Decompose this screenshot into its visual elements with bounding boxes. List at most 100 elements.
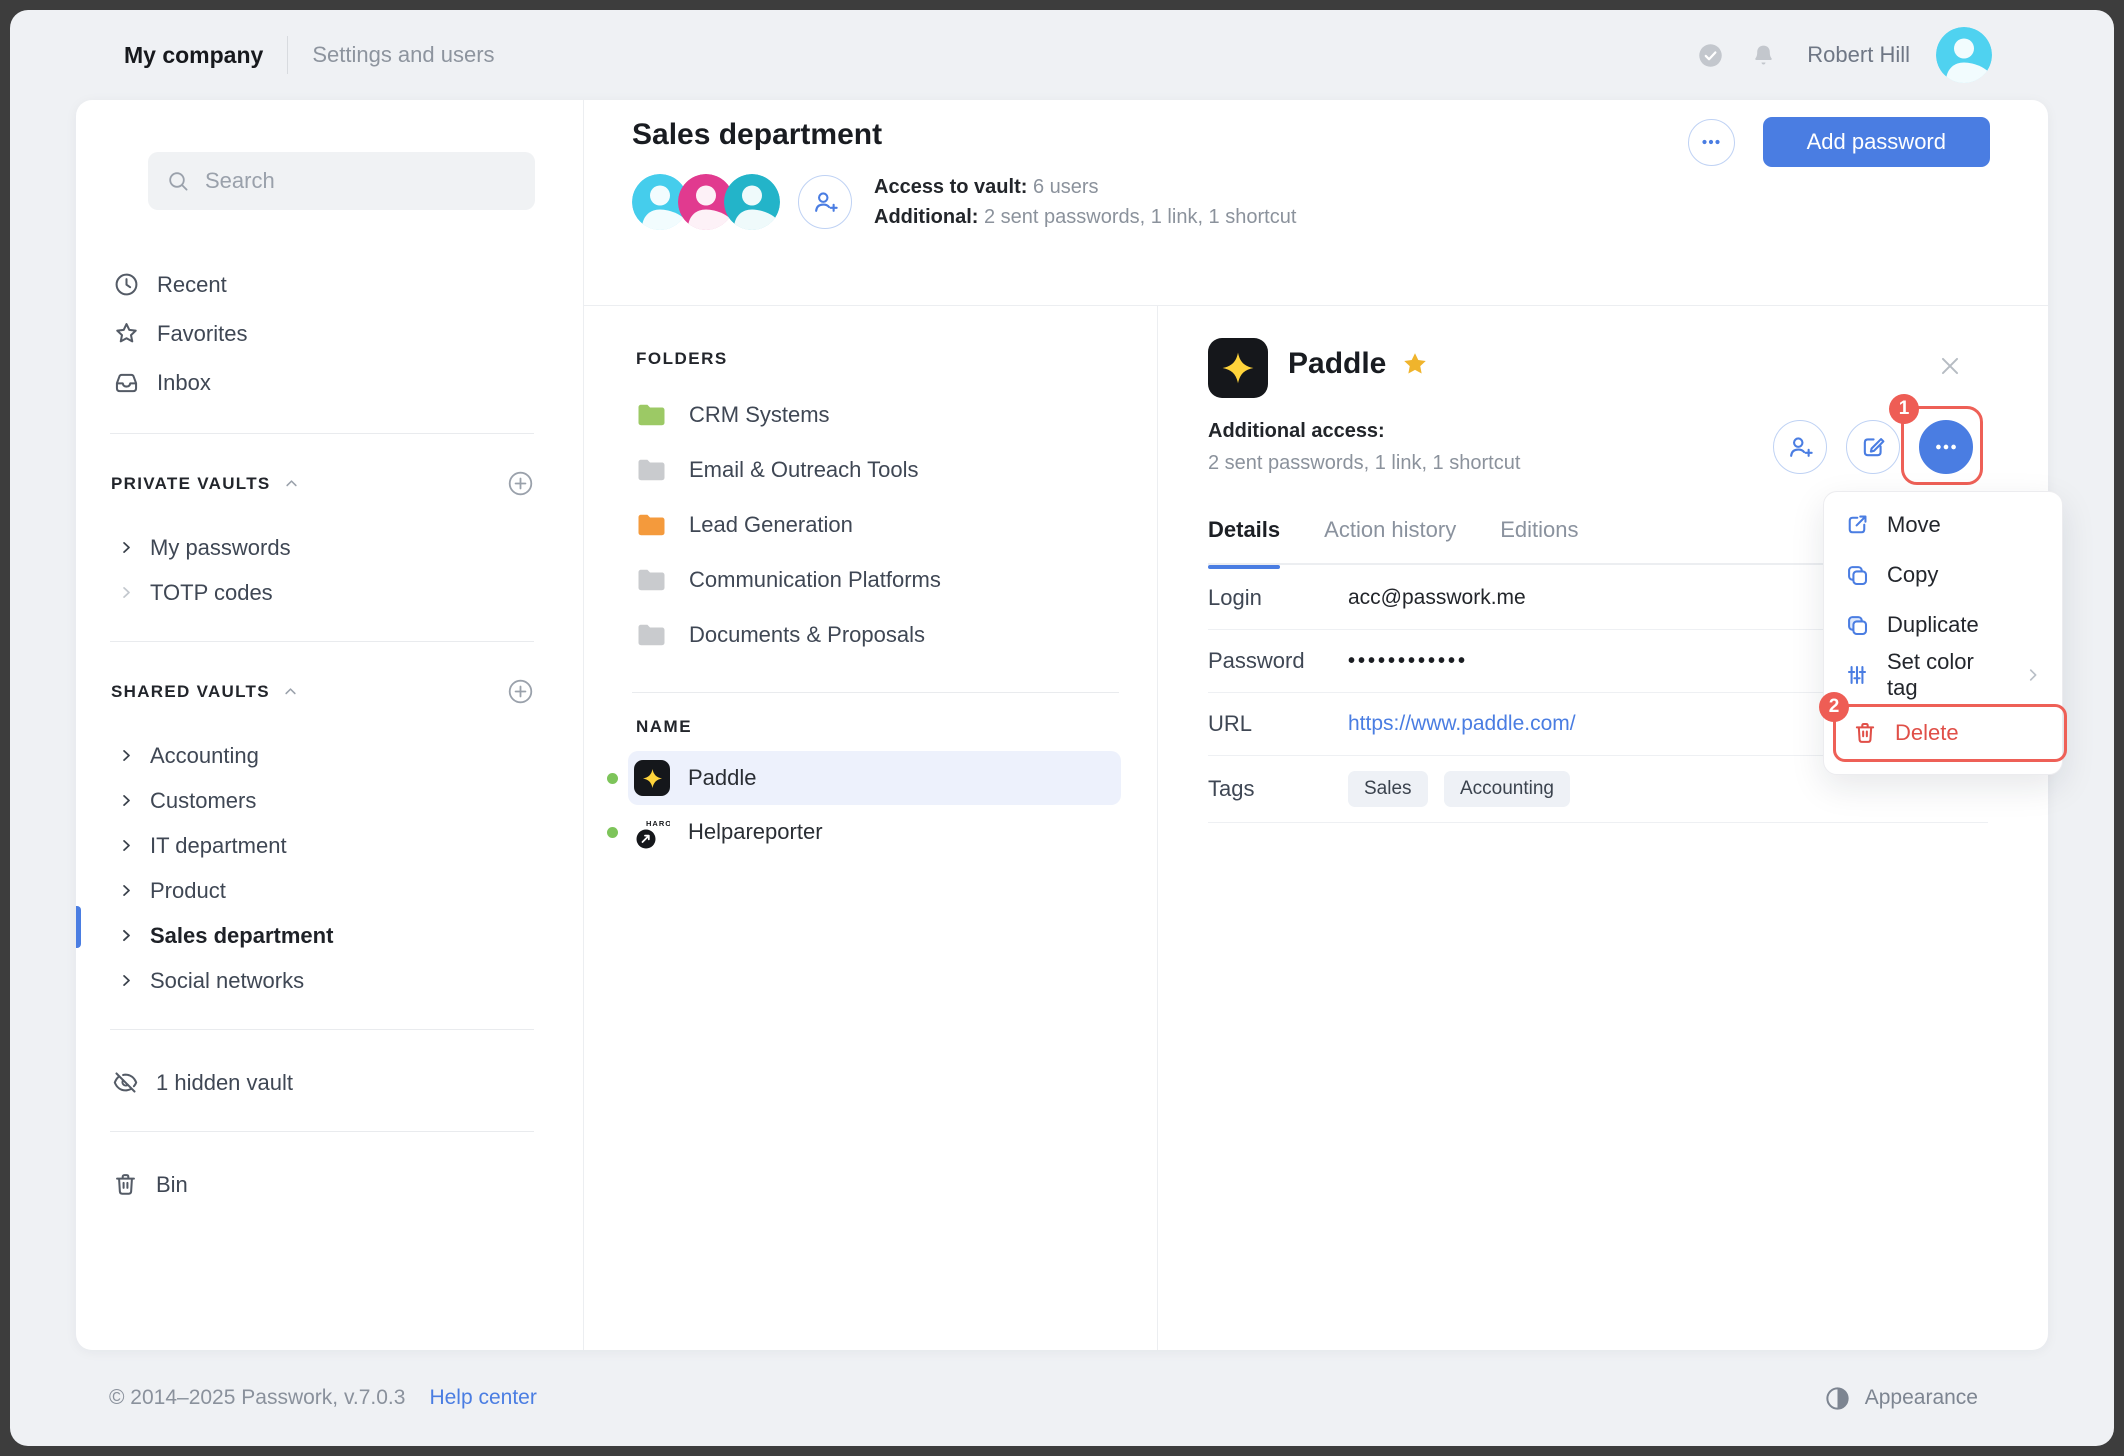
bin-label: Bin <box>156 1171 188 1197</box>
hidden-vault-label: 1 hidden vault <box>156 1069 293 1095</box>
sidebar-item-inbox[interactable]: Inbox <box>110 358 535 407</box>
active-vault-indicator <box>76 906 81 948</box>
sidebar-divider <box>110 641 534 642</box>
copy-icon <box>1848 566 1868 586</box>
sidebar-item-totp-codes[interactable]: TOTP codes <box>118 570 535 615</box>
access-value: 6 users <box>1032 176 1099 198</box>
tab-action-history[interactable]: Action history <box>1324 517 1456 567</box>
name-column-title: NAME <box>636 717 693 736</box>
user-avatar[interactable] <box>1936 27 1992 83</box>
sidebar-item-label: Inbox <box>157 369 211 395</box>
main-card: Recent Favorites Inbox <box>76 100 2048 1350</box>
shared-vaults-title: SHARED VAULTS <box>111 681 270 701</box>
record-paddle[interactable]: Paddle <box>607 751 1121 805</box>
sidebar-divider <box>110 1131 534 1132</box>
folder-email-outreach-tools[interactable]: Email & Outreach Tools <box>636 442 1119 497</box>
help-center-link[interactable]: Help center <box>429 1386 536 1410</box>
add-private-vault-button[interactable] <box>507 470 534 497</box>
folder-documents-proposals[interactable]: Documents & Proposals <box>636 607 1119 662</box>
favorite-star-icon[interactable] <box>1401 350 1429 378</box>
chevron-right-icon <box>123 975 130 986</box>
folders-title: FOLDERS <box>636 349 728 368</box>
status-dot <box>607 826 618 838</box>
sidebar-item-bin[interactable]: Bin <box>112 1162 535 1207</box>
field-label: Tags <box>1208 776 1255 801</box>
appearance-toggle[interactable]: Appearance <box>1824 1385 1978 1412</box>
tab-editions[interactable]: Editions <box>1500 517 1578 567</box>
field-label: Password <box>1208 648 1305 673</box>
edit-button[interactable] <box>1846 420 1900 474</box>
menu-item-label: Duplicate <box>1887 612 1979 637</box>
sidebar-item-product[interactable]: Product <box>118 868 535 913</box>
vault-label: Sales department <box>150 922 334 948</box>
additional-access-value: 2 sent passwords, 1 link, 1 shortcut <box>1208 452 1521 474</box>
url-link[interactable]: https://www.paddle.com/ <box>1348 712 1576 736</box>
chevron-right-icon <box>123 929 130 942</box>
record-label: Paddle <box>688 765 757 790</box>
add-password-button[interactable]: Add password <box>1762 117 1990 167</box>
vault-more-button[interactable] <box>1687 118 1735 166</box>
sidebar-item-customers[interactable]: Customers <box>118 778 535 823</box>
person-add-icon <box>1790 437 1813 457</box>
sidebar-item-my-passwords[interactable]: My passwords <box>118 525 535 570</box>
menu-item-copy[interactable]: Copy <box>1824 550 2062 600</box>
menu-item-set-color-tag[interactable]: Set color tag <box>1824 649 2062 700</box>
page-title: Sales department <box>632 118 883 151</box>
svg-text:HARO: HARO <box>646 819 670 828</box>
footer: © 2014–2025 Passwork, v.7.0.3 Help cente… <box>10 1350 2114 1446</box>
ellipsis-icon <box>1936 444 1956 450</box>
vault-label: Customers <box>150 787 257 813</box>
record-more-button[interactable] <box>1919 420 1973 474</box>
chevron-right-icon <box>123 795 130 806</box>
menu-item-label: Delete <box>1895 720 1959 745</box>
menu-item-duplicate[interactable]: Duplicate <box>1824 600 2062 650</box>
vault-label: TOTP codes <box>150 579 273 605</box>
record-context-menu: Move Copy Duplicate Set color tag 2 Dele… <box>1819 491 2067 775</box>
sidebar-item-favorites[interactable]: Favorites <box>110 309 535 358</box>
menu-item-label: Set color tag <box>1887 649 1974 700</box>
chevron-up-icon[interactable] <box>282 474 301 493</box>
user-name[interactable]: Robert Hill <box>1807 42 1910 68</box>
folder-lead-generation[interactable]: Lead Generation <box>636 497 1119 552</box>
folder-icon <box>638 404 665 426</box>
annotation-step-2: 2 <box>1819 692 1849 722</box>
sidebar-item-it-department[interactable]: IT department <box>118 823 535 868</box>
share-access-button[interactable] <box>1773 420 1827 474</box>
search-box[interactable] <box>148 152 535 210</box>
search-input[interactable] <box>203 167 517 195</box>
folder-communication-platforms[interactable]: Communication Platforms <box>636 552 1119 607</box>
paddle-logo-icon-large <box>1208 338 1268 398</box>
bell-icon[interactable] <box>1750 42 1777 69</box>
menu-item-move[interactable]: Move <box>1824 500 2062 550</box>
sidebar-item-recent[interactable]: Recent <box>110 260 535 309</box>
sidebar-item-label: Favorites <box>157 320 248 346</box>
add-member-button[interactable] <box>798 175 852 229</box>
additional-label: Additional: <box>874 206 979 228</box>
inbox-icon <box>115 373 138 393</box>
menu-item-delete[interactable]: Delete <box>1836 707 2064 759</box>
folder-label: Lead Generation <box>689 511 853 537</box>
sidebar-item-accounting[interactable]: Accounting <box>118 733 535 778</box>
sidebar-item-social-networks[interactable]: Social networks <box>118 958 535 1003</box>
sidebar-item-sales-department[interactable]: Sales department <box>118 913 535 958</box>
member-avatar[interactable] <box>724 174 780 230</box>
chevron-right-icon <box>2029 669 2037 681</box>
tag-accounting[interactable]: Accounting <box>1443 771 1570 807</box>
close-icon[interactable] <box>1937 353 1963 379</box>
password-value[interactable]: •••••••••••• <box>1348 650 1468 673</box>
folder-crm-systems[interactable]: CRM Systems <box>636 387 1119 442</box>
check-circle-icon[interactable] <box>1697 42 1724 69</box>
tag-sales[interactable]: Sales <box>1348 771 1428 807</box>
private-vaults-title: PRIVATE VAULTS <box>111 473 271 493</box>
folder-label: Communication Platforms <box>689 566 941 592</box>
color-tag-sliders-icon <box>1847 665 1867 685</box>
login-value[interactable]: acc@passwork.me <box>1348 586 1526 610</box>
record-helpareporter[interactable]: HARO Helpareporter <box>607 805 1121 859</box>
chevron-up-icon[interactable] <box>281 682 300 701</box>
settings-and-users-link[interactable]: Settings and users <box>312 42 494 68</box>
add-shared-vault-button[interactable] <box>507 678 534 705</box>
tab-details[interactable]: Details <box>1208 517 1281 569</box>
vault-label: IT department <box>150 832 287 858</box>
hidden-vault-toggle[interactable]: 1 hidden vault <box>112 1060 535 1105</box>
folder-icon <box>638 514 665 536</box>
